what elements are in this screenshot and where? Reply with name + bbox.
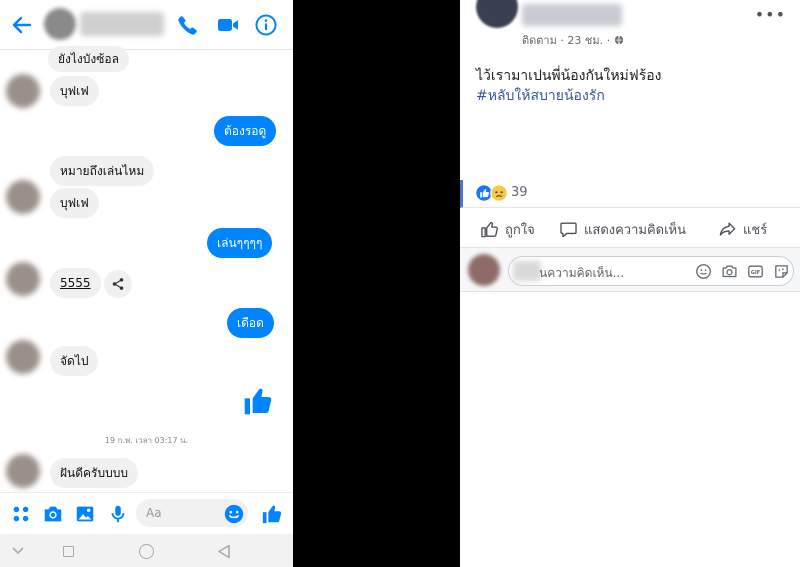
like-label: ถูกใจ [505, 223, 535, 238]
message-outgoing: เล่นๆๆๆๆ [207, 228, 273, 258]
back-triangle-icon[interactable] [217, 544, 231, 559]
svg-text:GIF: GIF [751, 270, 760, 276]
poster-name[interactable] [522, 4, 622, 26]
phone-icon[interactable] [176, 13, 200, 37]
android-nav-bar [0, 534, 293, 567]
sad-reaction-icon [490, 184, 508, 202]
info-icon[interactable] [254, 13, 278, 37]
back-arrow-icon[interactable] [10, 13, 34, 37]
contact-name[interactable] [80, 12, 164, 36]
comment-composer: นความคิดเห็น... GIF [460, 248, 800, 292]
comment-label: แสดงความคิดเห็น [584, 223, 687, 238]
message-incoming[interactable]: 5555 [50, 268, 101, 298]
poster-avatar[interactable] [476, 0, 518, 28]
camera-icon[interactable] [42, 503, 64, 525]
post-meta: ติดตาม · 23 ชม. · [522, 31, 624, 49]
share-button[interactable]: แชร์ [718, 219, 767, 240]
message-outgoing: ต้องรอดู [214, 116, 277, 146]
share-icon [112, 278, 124, 290]
comment-input[interactable]: นความคิดเห็น... GIF [508, 256, 794, 286]
message-list[interactable]: ยังไงบังซ้อล บุฟเฟ ต้องรอดู หมายถึงเล่นไ… [0, 46, 293, 490]
facebook-post: ติดตาม · 23 ชม. · ••• ไว้เรามาเปนพี่น้อง… [460, 0, 800, 567]
message-incoming: ฝันดีครับบบบ [50, 458, 138, 488]
message-incoming: บุฟเฟ [50, 188, 99, 218]
message-incoming: ยังไงบังซ้อล [48, 46, 129, 72]
sender-avatar [6, 262, 40, 296]
messenger-screen: ยังไงบังซ้อล บุฟเฟ ต้องรอดู หมายถึงเล่นไ… [0, 0, 293, 567]
sender-avatar [6, 340, 40, 374]
chat-header [0, 0, 293, 50]
post-hashtag[interactable]: #หลับให้สบายน้องรัก [476, 86, 605, 106]
sender-avatar [6, 180, 40, 214]
gallery-icon[interactable] [74, 503, 96, 525]
thumbs-up-sticker-icon [244, 388, 272, 415]
share-arrow-icon [719, 222, 736, 236]
reaction-count: 39 [511, 185, 528, 200]
comment-button[interactable]: แสดงความคิดเห็น [559, 219, 686, 240]
contact-avatar[interactable] [44, 8, 76, 40]
globe-icon [614, 35, 623, 45]
emoji-icon[interactable] [695, 263, 712, 280]
message-input-placeholder: Aa [146, 506, 162, 520]
home-icon[interactable] [139, 544, 154, 559]
share-message-button[interactable] [104, 270, 132, 298]
message-composer: Aa [0, 492, 293, 534]
screenshot-composite: ยังไงบังซ้อล บุฟเฟ ต้องรอดู หมายถึงเล่นไ… [0, 0, 800, 567]
more-options-button[interactable]: ••• [755, 5, 786, 24]
gif-icon[interactable]: GIF [747, 263, 764, 280]
apps-grid-icon[interactable] [10, 503, 32, 525]
video-call-icon[interactable] [216, 13, 240, 37]
post-time[interactable]: 23 ชม. [567, 34, 603, 47]
post-actions: ถูกใจ แสดงความคิดเห็น แชร์ [460, 208, 800, 248]
thumbs-up-send-icon[interactable] [261, 503, 283, 525]
follow-link[interactable]: ติดตาม [522, 34, 557, 47]
message-incoming: หมายถึงเล่นไหม [50, 156, 155, 186]
like-button[interactable]: ถูกใจ [480, 219, 535, 240]
post-text: ไว้เรามาเปนพี่น้องกันใหม่ฟร้อง [476, 68, 662, 84]
comment-placeholder: นความคิดเห็น... [539, 266, 625, 280]
thumbs-up-icon [481, 221, 498, 238]
sender-avatar [6, 454, 40, 488]
commenter-avatar [468, 254, 500, 286]
camera-icon[interactable] [721, 263, 738, 280]
message-incoming: บุฟเฟ [50, 76, 99, 106]
message-outgoing: เดือด [227, 308, 274, 338]
microphone-icon[interactable] [107, 503, 129, 525]
sender-avatar [6, 74, 40, 108]
message-timestamp: 19 ก.พ. เวลา 03:17 น. [104, 436, 189, 445]
sticker-icon[interactable] [773, 263, 790, 280]
redacted-patch [513, 261, 541, 281]
chevron-down-icon[interactable] [12, 546, 24, 556]
share-label: แชร์ [743, 223, 768, 238]
recent-apps-icon[interactable] [63, 546, 74, 557]
emoji-icon[interactable] [223, 503, 245, 525]
reaction-summary[interactable]: 39 [460, 180, 800, 208]
message-incoming: จัดไป [50, 346, 99, 376]
comment-bubble-icon [560, 222, 577, 238]
